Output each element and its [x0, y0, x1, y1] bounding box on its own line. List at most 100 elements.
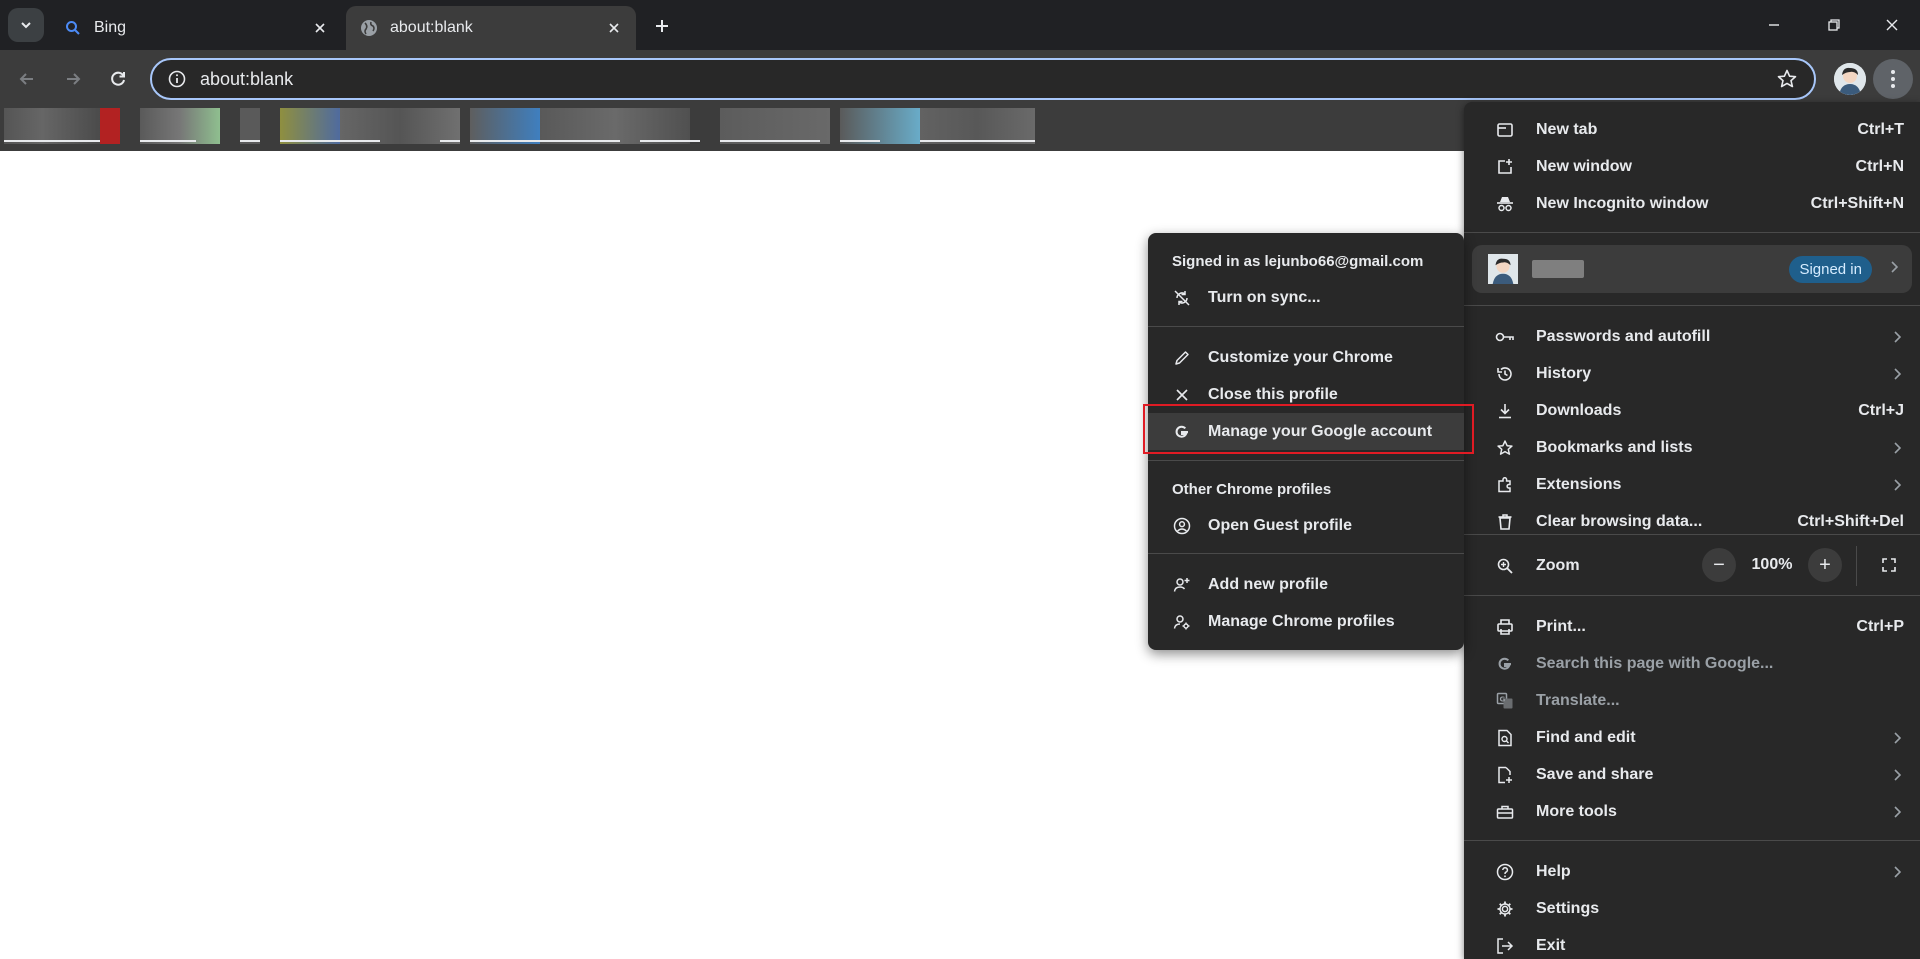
bookmark-item[interactable]: [720, 108, 830, 144]
back-button[interactable]: [10, 62, 44, 96]
toolbox-icon: [1494, 801, 1516, 823]
chevron-down-icon: [21, 22, 31, 29]
menu-item-new-window[interactable]: New window Ctrl+N: [1464, 148, 1920, 185]
bookmark-item[interactable]: [140, 108, 220, 144]
menu-item-help[interactable]: Help: [1464, 853, 1920, 890]
zoom-controls: − 100% +: [1702, 548, 1842, 582]
bookmark-item[interactable]: [470, 108, 540, 144]
info-icon[interactable]: [166, 68, 188, 90]
close-icon: [1172, 385, 1192, 405]
menu-item-zoom: Zoom: [1464, 547, 1920, 584]
menu-item-find-edit[interactable]: Find and edit: [1464, 719, 1920, 756]
tab-bing[interactable]: Bing: [50, 6, 342, 50]
submenu-item-turn-on-sync[interactable]: Turn on sync...: [1148, 279, 1464, 316]
menu-item-new-tab[interactable]: New tab Ctrl+T: [1464, 111, 1920, 148]
address-bar[interactable]: about:blank: [150, 58, 1816, 100]
submenu-divider: [1148, 326, 1464, 327]
submenu-item-label: Open Guest profile: [1208, 516, 1353, 534]
submenu-item-label: Close this profile: [1208, 385, 1338, 403]
bookmark-underline: [840, 140, 880, 142]
menu-item-bookmarks[interactable]: Bookmarks and lists: [1464, 429, 1920, 466]
chevron-right-icon: [1890, 478, 1904, 491]
menu-item-label: Help: [1536, 862, 1571, 880]
pencil-icon: [1172, 348, 1192, 368]
bookmark-item[interactable]: [340, 108, 460, 144]
chrome-menu-button[interactable]: [1873, 59, 1913, 99]
chevron-right-icon: [1890, 260, 1899, 278]
profile-avatar-button[interactable]: [1834, 63, 1866, 95]
menu-item-passwords[interactable]: Passwords and autofill: [1464, 318, 1920, 355]
search-icon: [62, 17, 84, 39]
arrow-left-icon: [19, 73, 33, 85]
menu-item-label: Extensions: [1536, 475, 1622, 493]
menu-shortcut: Ctrl+N: [1855, 157, 1904, 175]
menu-item-downloads[interactable]: Downloads Ctrl+J: [1464, 392, 1920, 429]
menu-profile-row[interactable]: Signed in: [1472, 245, 1912, 293]
submenu-divider: [1148, 460, 1464, 461]
zoom-level: 100%: [1751, 556, 1793, 573]
close-icon[interactable]: [310, 18, 330, 38]
google-g-icon: [1494, 653, 1516, 675]
fullscreen-button[interactable]: [1872, 548, 1906, 582]
submenu-item-manage-profiles[interactable]: Manage Chrome profiles: [1148, 603, 1464, 640]
url-text[interactable]: about:blank: [200, 69, 1774, 90]
window-close-button[interactable]: [1872, 8, 1912, 42]
menu-item-settings[interactable]: Settings: [1464, 890, 1920, 927]
submenu-item-add-profile[interactable]: Add new profile: [1148, 566, 1464, 603]
menu-item-translate[interactable]: G Translate...: [1464, 682, 1920, 719]
menu-item-extensions[interactable]: Extensions: [1464, 466, 1920, 503]
menu-item-label: Bookmarks and lists: [1536, 438, 1693, 456]
bookmark-item[interactable]: [4, 108, 100, 144]
menu-item-label: Search this page with Google...: [1536, 654, 1774, 672]
browser-window: Bing about:blank about:blank New tab Ctr…: [0, 0, 1920, 959]
forward-button[interactable]: [56, 62, 90, 96]
menu-item-more-tools[interactable]: More tools: [1464, 793, 1920, 830]
submenu-item-label: Customize your Chrome: [1208, 348, 1393, 366]
zoom-icon: [1494, 555, 1516, 577]
submenu-divider: [1148, 553, 1464, 554]
print-icon: [1494, 616, 1516, 638]
menu-item-search-google[interactable]: Search this page with Google...: [1464, 645, 1920, 682]
tab-about-blank[interactable]: about:blank: [346, 6, 636, 50]
submenu-item-customize[interactable]: Customize your Chrome: [1148, 339, 1464, 376]
tab-search-button[interactable]: [8, 8, 44, 42]
star-icon: [1494, 437, 1516, 459]
zoom-in-button[interactable]: +: [1808, 548, 1842, 582]
other-profiles-heading: Other Chrome profiles: [1172, 481, 1332, 498]
minimize-button[interactable]: [1754, 8, 1794, 42]
menu-item-label: Settings: [1536, 899, 1600, 917]
fullscreen-icon: [1882, 558, 1896, 572]
menu-item-label: New window: [1536, 157, 1632, 175]
menu-item-save-share[interactable]: Save and share: [1464, 756, 1920, 793]
bookmark-item[interactable]: [280, 108, 340, 144]
bookmark-item[interactable]: [100, 108, 120, 144]
bookmark-item[interactable]: [240, 108, 260, 144]
menu-shortcut: Ctrl+P: [1856, 617, 1904, 635]
chevron-right-icon: [1890, 330, 1904, 343]
close-icon[interactable]: [604, 18, 624, 38]
bookmark-item[interactable]: [920, 108, 1035, 144]
globe-icon: [358, 17, 380, 39]
bookmark-item[interactable]: [840, 108, 930, 144]
menu-item-label: Print...: [1536, 617, 1586, 635]
bookmark-item[interactable]: [540, 108, 690, 144]
menu-item-label: Translate...: [1536, 691, 1620, 709]
tab-title: Bing: [94, 19, 127, 36]
menu-item-new-incognito[interactable]: New Incognito window Ctrl+Shift+N: [1464, 185, 1920, 222]
restore-button[interactable]: [1814, 8, 1854, 42]
tab-title: about:blank: [390, 19, 473, 36]
reload-button[interactable]: [101, 62, 135, 96]
menu-item-print[interactable]: Print... Ctrl+P: [1464, 608, 1920, 645]
menu-item-label: More tools: [1536, 802, 1617, 820]
restore-icon: [1828, 19, 1840, 31]
menu-item-history[interactable]: History: [1464, 355, 1920, 392]
menu-item-label: Clear browsing data...: [1536, 512, 1703, 530]
chevron-right-icon: [1890, 768, 1904, 781]
zoom-out-button[interactable]: −: [1702, 548, 1736, 582]
menu-item-exit[interactable]: Exit: [1464, 927, 1920, 959]
history-icon: [1494, 363, 1516, 385]
new-tab-button[interactable]: [648, 12, 676, 40]
submenu-item-guest-profile[interactable]: Open Guest profile: [1148, 507, 1464, 544]
exit-icon: [1494, 935, 1516, 957]
bookmark-star-icon[interactable]: [1774, 66, 1800, 92]
